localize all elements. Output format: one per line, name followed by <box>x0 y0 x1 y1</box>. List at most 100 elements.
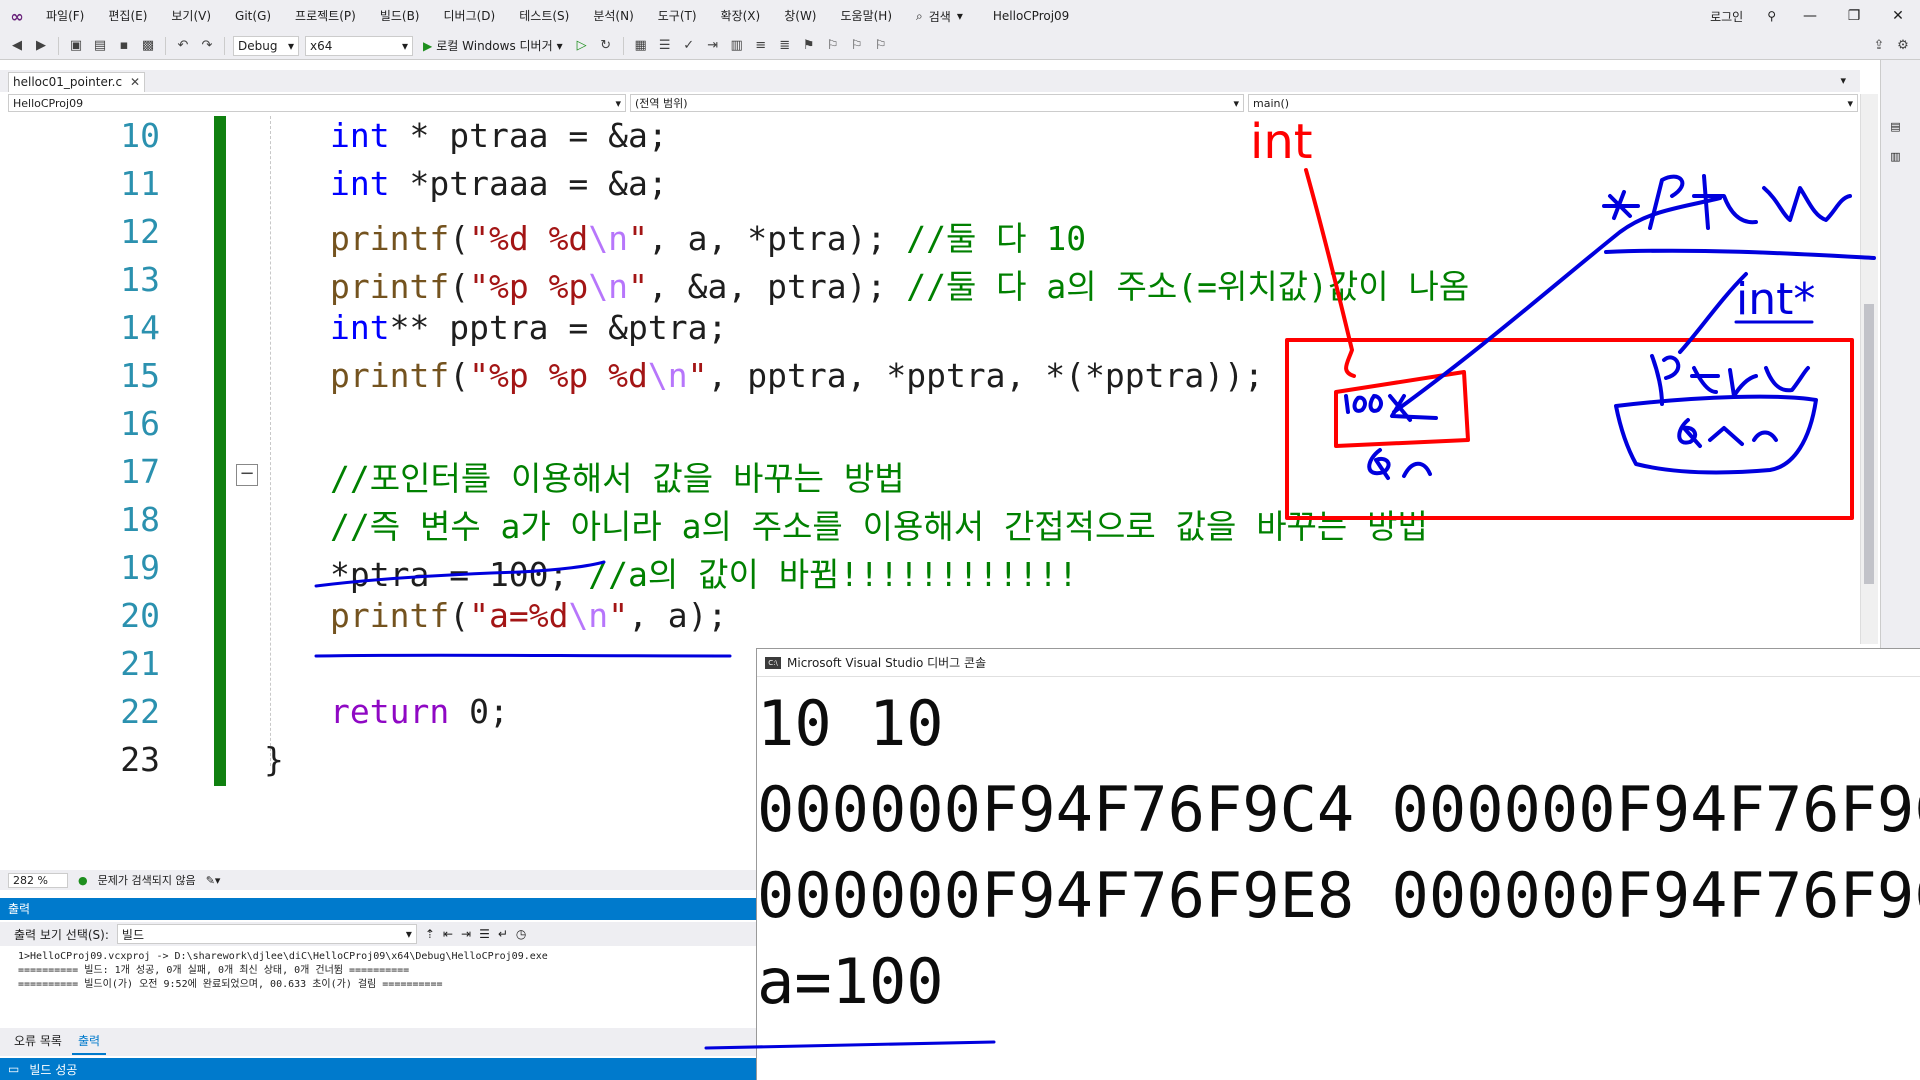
find-message-icon[interactable]: ⇡ <box>425 927 435 941</box>
code-line-23: } <box>264 740 284 779</box>
comment: //a의 값이 바뀜!!!!!!!!!!!! <box>588 555 1078 594</box>
tab-helloc01-pointer[interactable]: helloc01_pointer.c ✕ <box>8 72 146 92</box>
menu-view[interactable]: 보기(V) <box>159 0 223 32</box>
output-source-select[interactable]: 빌드 ▾ <box>116 924 417 944</box>
spell-check-icon[interactable]: ✓ <box>680 37 698 55</box>
new-project-icon[interactable]: ▣ <box>67 37 85 55</box>
scope-dropdown-value: (전역 범위) <box>635 97 688 110</box>
keyword: int <box>330 308 390 347</box>
close-icon[interactable]: ✕ <box>1876 8 1920 24</box>
code-line-19: *ptra = 100; //a의 값이 바뀜!!!!!!!!!!!! <box>330 548 1078 596</box>
save-all-icon[interactable]: ▩ <box>139 37 157 55</box>
code-text: ** pptra = &ptra; <box>389 308 728 347</box>
solution-explorer-tab[interactable]: ▤ <box>1889 120 1902 133</box>
search-icon: ⌕ <box>916 8 923 23</box>
undo-icon[interactable]: ↶ <box>174 37 192 55</box>
menu-analyze[interactable]: 분석(N) <box>581 0 645 32</box>
tab-list-icon[interactable]: ▾ <box>1840 74 1846 87</box>
prev-bookmark-icon[interactable]: ⚐ <box>824 37 842 55</box>
tab-error-list[interactable]: 오류 목록 <box>8 1028 68 1053</box>
save-icon[interactable]: ▪ <box>115 37 133 55</box>
collapse-icon[interactable]: − <box>236 464 258 486</box>
output-text[interactable]: 1>HelloCProj09.vcxproj -> D:\sharework\d… <box>8 948 760 1028</box>
clear-all-icon[interactable]: ☰ <box>479 927 490 941</box>
hot-reload-icon[interactable]: ↻ <box>597 37 615 55</box>
forward-icon[interactable]: ▶ <box>32 37 50 55</box>
search-box[interactable]: ⌕ 검색 ▾ <box>904 8 975 25</box>
menu-window[interactable]: 창(W) <box>772 0 828 32</box>
menu-test[interactable]: 테스트(S) <box>507 0 581 32</box>
platform-select[interactable]: x64 ▾ <box>305 35 413 56</box>
next-message-icon[interactable]: ⇥ <box>461 927 471 941</box>
step-icon[interactable]: ⇥ <box>704 37 722 55</box>
bookmark-icon[interactable]: ⚑ <box>800 37 818 55</box>
settings-icon[interactable]: ⚙ <box>1894 37 1912 55</box>
menu-build[interactable]: 빌드(B) <box>368 0 432 32</box>
next-bookmark-icon[interactable]: ⚐ <box>848 37 866 55</box>
start-debugging-button[interactable]: ▶ 로컬 Windows 디버거 ▾ <box>419 37 567 54</box>
member-dropdown[interactable]: main() ▾ <box>1248 94 1858 112</box>
menu-extensions[interactable]: 확장(X) <box>709 0 773 32</box>
string-literal: "a=%d <box>469 596 569 635</box>
menu-tools[interactable]: 도구(T) <box>646 0 709 32</box>
standard-toolbar: ◀ ▶ ▣ ▤ ▪ ▩ ↶ ↷ Debug ▾ x64 ▾ ▶ 로컬 Windo… <box>0 32 1920 60</box>
live-share-icon[interactable]: ⇪ <box>1870 37 1888 55</box>
console-title-bar[interactable]: C:\ Microsoft Visual Studio 디버그 콘솔 <box>757 649 1920 677</box>
prev-message-icon[interactable]: ⇤ <box>443 927 453 941</box>
code-cleanup-icon[interactable]: ✎▾ <box>206 874 221 887</box>
word-wrap-icon[interactable]: ↵ <box>498 927 508 941</box>
properties-icon[interactable]: ☰ <box>656 37 674 55</box>
account-icon[interactable]: ⚲ <box>1755 9 1788 23</box>
solution-explorer-icon[interactable]: ▦ <box>632 37 650 55</box>
maximize-icon[interactable]: ❐ <box>1832 8 1876 24</box>
git-changes-tab[interactable]: ▥ <box>1889 150 1902 163</box>
comment: //포인터를 이용해서 값을 바꾸는 방법 <box>330 459 905 498</box>
scope-dropdown[interactable]: (전역 범위) ▾ <box>630 94 1244 112</box>
debug-console-window[interactable]: C:\ Microsoft Visual Studio 디버그 콘솔 10 10… <box>756 648 1920 1080</box>
code-line-10: int * ptraa = &a; <box>330 116 668 155</box>
issues-status[interactable]: 문제가 검색되지 않음 <box>98 872 196 888</box>
code-text: * ptraa = &a; <box>389 116 668 155</box>
editor-vertical-scrollbar[interactable] <box>1860 94 1878 644</box>
uncomment-icon[interactable]: ≣ <box>776 37 794 55</box>
member-dropdown-value: main() <box>1253 96 1290 110</box>
window-controls: 로그인 ⚲ — ❐ ✕ <box>1698 0 1920 32</box>
search-label: 검색 <box>928 9 951 24</box>
keyword: int <box>330 164 390 203</box>
status-bar: ▭ 빌드 성공 <box>0 1058 760 1080</box>
close-icon[interactable]: ✕ <box>130 73 140 91</box>
line-number: 15 <box>120 356 160 395</box>
output-toolbar: 출력 보기 선택(S): 빌드 ▾ ⇡ ⇤ ⇥ ☰ ↵ ◷ <box>0 922 760 946</box>
redo-icon[interactable]: ↷ <box>198 37 216 55</box>
output-source-label: 출력 보기 선택(S): <box>14 927 109 942</box>
configuration-select[interactable]: Debug ▾ <box>233 35 299 56</box>
menu-file[interactable]: 파일(F) <box>34 0 96 32</box>
open-folder-icon[interactable]: ▤ <box>91 37 109 55</box>
output-line: 1>HelloCProj09.vcxproj -> D:\sharework\d… <box>18 951 548 962</box>
clear-bookmarks-icon[interactable]: ⚐ <box>872 37 890 55</box>
zoom-select[interactable]: 282 % <box>8 872 68 888</box>
menu-debug[interactable]: 디버그(D) <box>432 0 508 32</box>
menu-help[interactable]: 도움말(H) <box>829 0 905 32</box>
separator <box>622 36 624 55</box>
menu-project[interactable]: 프로젝트(P) <box>283 0 368 32</box>
project-dropdown[interactable]: HelloCProj09 ▾ <box>8 94 626 112</box>
login-button[interactable]: 로그인 <box>1698 8 1755 25</box>
tab-output[interactable]: 출력 <box>71 1028 107 1055</box>
menu-edit[interactable]: 편집(E) <box>96 0 159 32</box>
minimize-icon[interactable]: — <box>1788 8 1832 24</box>
start-without-debugging-icon[interactable]: ▷ <box>573 37 591 55</box>
play-icon: ▶ <box>423 38 433 53</box>
comment-icon[interactable]: ≡ <box>752 37 770 55</box>
scrollbar-thumb[interactable] <box>1864 304 1874 584</box>
chevron-down-icon: ▾ <box>1233 96 1239 110</box>
keyword: int <box>330 116 390 155</box>
code-line-20: printf("a=%d\n", a); <box>330 596 727 635</box>
menu-git[interactable]: Git(G) <box>223 0 283 32</box>
layout-icon[interactable]: ▥ <box>728 37 746 55</box>
function-name: printf <box>330 267 450 306</box>
function-name: printf <box>330 596 450 635</box>
clock-icon[interactable]: ◷ <box>516 927 526 941</box>
back-icon[interactable]: ◀ <box>8 37 26 55</box>
visual-studio-logo-icon[interactable]: ∞ <box>0 0 34 32</box>
